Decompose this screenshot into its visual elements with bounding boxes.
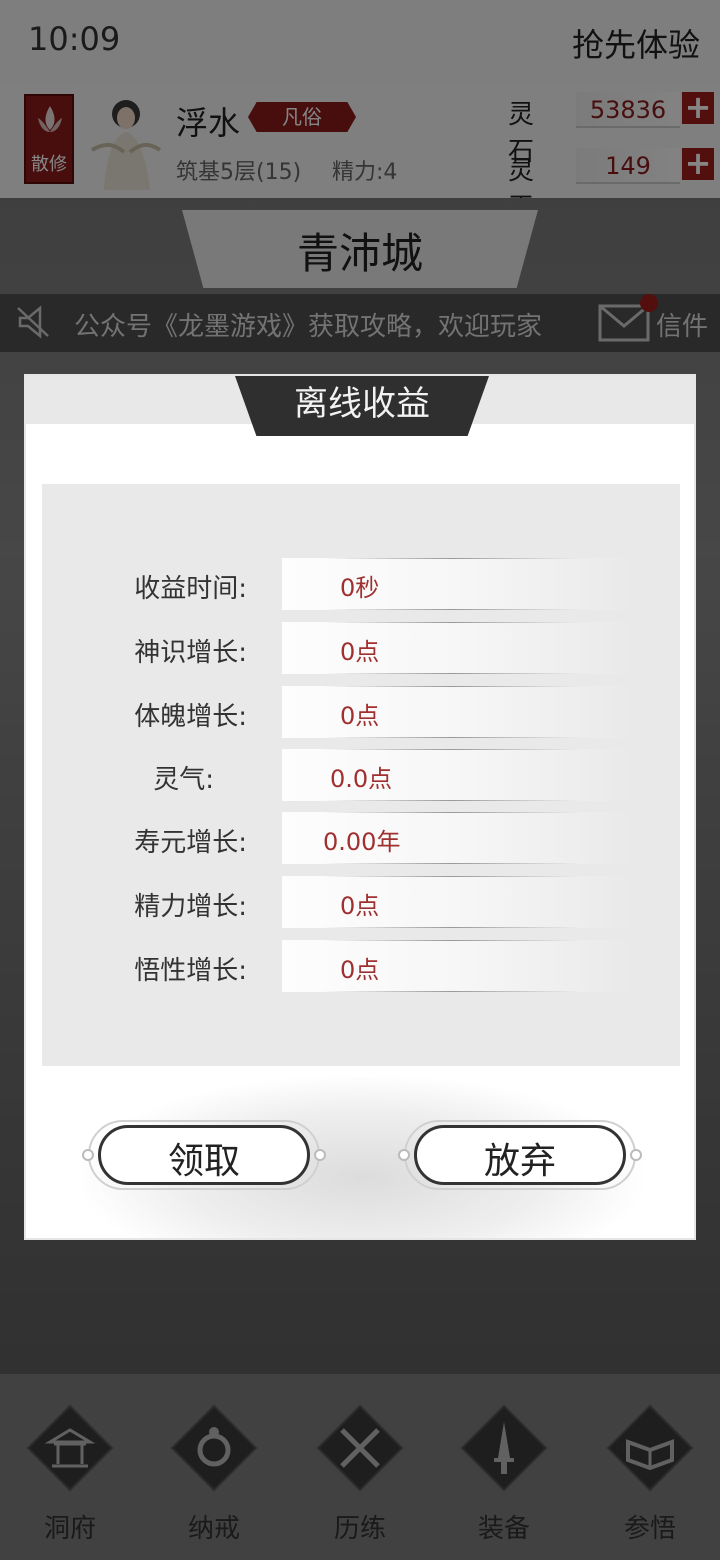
stat-value: 0点 (340, 638, 380, 666)
claim-label: 领取 (167, 1141, 240, 1182)
stat-value-bar (282, 622, 634, 674)
stat-value: 0秒 (340, 574, 380, 602)
stats-panel: 收益时间: 0秒 神识增长: 0点 体魄增长: 0点 灵气: 0.0点 寿元增长… (42, 484, 680, 1066)
stat-row-physique: 体魄增长: 0点 (42, 686, 680, 738)
stat-value-bar (282, 940, 634, 992)
stat-value: 0.00年 (323, 828, 401, 856)
stat-row-lifespan: 寿元增长: 0.00年 (42, 812, 680, 864)
stat-value: 0.0点 (330, 765, 393, 793)
discard-button[interactable]: 放弃 (398, 1120, 642, 1190)
stat-label: 精力增长: (134, 892, 247, 922)
stat-row-spirit-qi: 灵气: 0.0点 (42, 749, 680, 801)
stat-value-bar (282, 876, 634, 928)
dialog-title-tab: 离线收益 (230, 376, 494, 436)
stat-label: 体魄增长: (134, 702, 247, 732)
stat-label: 寿元增长: (134, 828, 247, 858)
stat-row-comprehension: 悟性增长: 0点 (42, 940, 680, 992)
stat-row-spirit-sense: 神识增长: 0点 (42, 622, 680, 674)
stat-label: 悟性增长: (134, 956, 247, 986)
stat-value-bar (282, 558, 634, 610)
offline-income-dialog: 离线收益 收益时间: 0秒 神识增长: 0点 体魄增长: 0点 灵气: 0.0点… (24, 374, 696, 1240)
stat-row-income-time: 收益时间: 0秒 (42, 558, 680, 610)
stat-label: 灵气: (153, 765, 214, 795)
stat-value: 0点 (340, 956, 380, 984)
dialog-title: 离线收益 (294, 384, 430, 424)
claim-button[interactable]: 领取 (82, 1120, 326, 1190)
stat-label: 神识增长: (134, 638, 247, 668)
discard-label: 放弃 (483, 1141, 556, 1182)
stat-value: 0点 (340, 892, 380, 920)
stat-value-bar (282, 686, 634, 738)
stat-value: 0点 (340, 702, 380, 730)
stat-row-energy: 精力增长: 0点 (42, 876, 680, 928)
stat-label: 收益时间: (134, 574, 247, 604)
